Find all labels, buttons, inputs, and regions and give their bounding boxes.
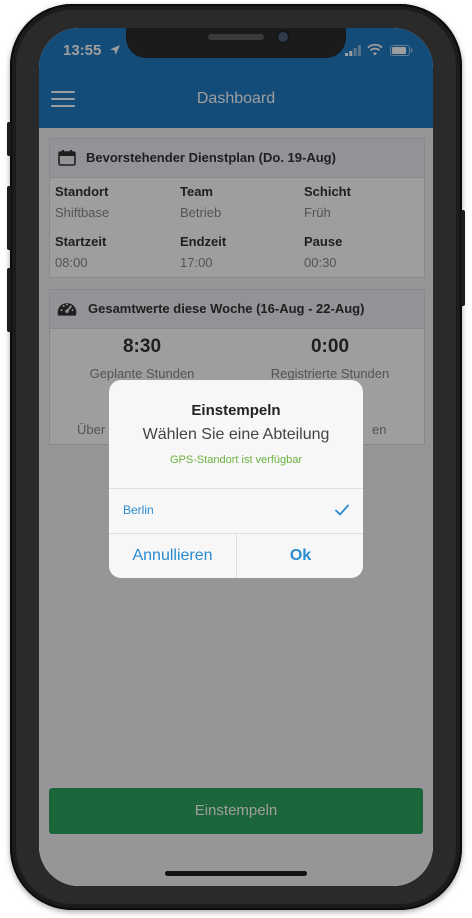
gps-status: GPS-Standort ist verfügbar [169,454,303,466]
department-option-berlin[interactable]: Berlin [109,489,363,533]
clock-in-dialog: Einstempeln Wählen Sie eine Abteilung GP… [109,380,363,578]
side-button-volume-down [7,268,11,332]
notch [126,28,346,58]
front-camera [278,32,288,42]
dialog-title: Einstempeln [191,402,281,419]
side-button-volume-up [7,186,11,250]
cancel-button[interactable]: Annullieren [109,534,236,578]
checkmark-icon [335,504,349,516]
home-indicator[interactable] [165,871,307,876]
side-button-mute [7,122,11,156]
side-button-power [461,210,465,306]
speaker-grill [208,34,264,40]
department-option-label: Berlin [123,503,154,517]
ok-button[interactable]: Ok [237,534,363,578]
phone-screen: 13:55 Dashboard Bevorstehender Dienstpla… [39,28,433,886]
dialog-subtitle: Wählen Sie eine Abteilung [142,426,330,443]
